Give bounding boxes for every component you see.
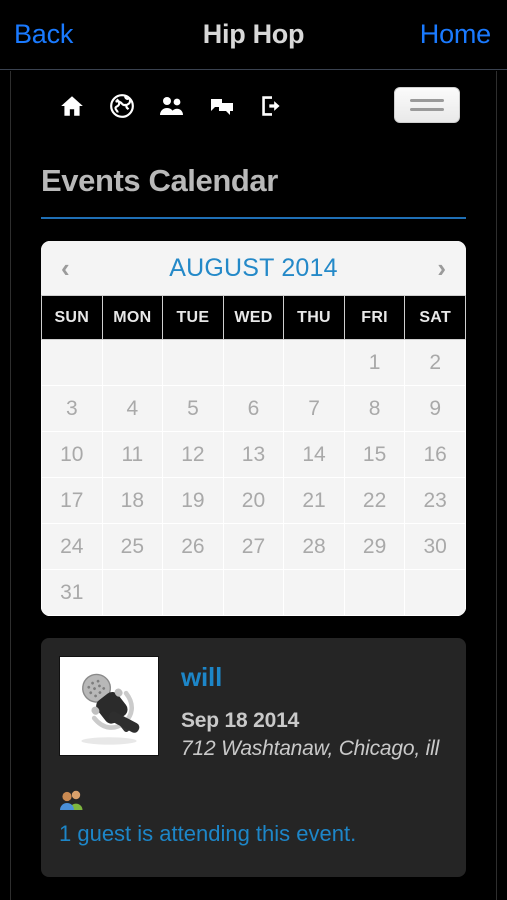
calendar-next-month-button[interactable]: › <box>437 241 446 295</box>
calendar-day-31[interactable]: 31 <box>41 569 103 616</box>
calendar-weekday-fri: FRI <box>343 295 406 340</box>
calendar-weekday-row: SUN MON TUE WED THU FRI SAT <box>41 295 466 340</box>
content-frame: Events Calendar ‹ AUGUST 2014 › SUN MON TU… <box>10 71 497 900</box>
calendar-week-row: 24 25 26 27 28 29 30 <box>41 523 466 570</box>
calendar-section: ‹ AUGUST 2014 › SUN MON TUE WED THU FRI SAT 12… <box>11 219 496 616</box>
top-navigation-bar: Back Hip Hop Home <box>0 0 507 70</box>
calendar-weekday-mon: MON <box>101 295 164 340</box>
events-calendar-heading: Events Calendar <box>41 163 278 198</box>
calendar-day-8[interactable]: 8 <box>343 385 406 432</box>
calendar-grid: SUN MON TUE WED THU FRI SAT 1 2 3 4 5 6 7 8 9 10 11 12 13 1… <box>41 295 466 616</box>
calendar-day-4[interactable]: 4 <box>101 385 164 432</box>
calendar-day-25[interactable]: 25 <box>101 523 164 570</box>
calendar-header: ‹ AUGUST 2014 › <box>41 241 466 295</box>
calendar-day-29[interactable]: 29 <box>343 523 406 570</box>
calendar-weekday-sat: SAT <box>404 295 466 340</box>
calendar-day-12[interactable]: 12 <box>162 431 224 478</box>
calendar-day-17[interactable]: 17 <box>41 477 103 524</box>
calendar-day-empty <box>283 339 345 386</box>
calendar-day-26[interactable]: 26 <box>162 523 224 570</box>
calendar-weekday-tue: TUE <box>162 295 224 340</box>
calendar-week-row: 12 <box>41 339 466 386</box>
calendar-day-empty <box>343 569 406 616</box>
calendar-day-13[interactable]: 13 <box>222 431 285 478</box>
heading-section: Events Calendar <box>11 141 496 219</box>
events-list: will Sep 18 2014 712 Washtanaw, Chicago,… <box>11 616 496 877</box>
event-card-top: will Sep 18 2014 712 Washtanaw, Chicago,… <box>59 656 448 761</box>
calendar-day-empty <box>101 339 164 386</box>
calendar-day-9[interactable]: 9 <box>404 385 466 432</box>
hamburger-menu-button[interactable] <box>394 87 460 123</box>
calendar-month-label: AUGUST 2014 <box>169 253 338 282</box>
calendar-day-21[interactable]: 21 <box>283 477 345 524</box>
app-root: Back Hip Hop Home Events Calendar ‹ AUGU… <box>0 0 507 900</box>
home-icon[interactable] <box>59 93 85 119</box>
calendar-day-27[interactable]: 27 <box>222 523 285 570</box>
calendar-day-10[interactable]: 10 <box>41 431 103 478</box>
calendar-day-empty <box>404 569 466 616</box>
calendar-weekday-wed: WED <box>222 295 285 340</box>
toolbar-icon-group <box>59 93 285 119</box>
calendar-day-empty <box>162 339 224 386</box>
calendar-week-row: 3456789 <box>41 385 466 432</box>
calendar-week-row: 31 <box>41 569 466 616</box>
event-title-link[interactable]: will <box>181 662 439 693</box>
calendar-day-3[interactable]: 3 <box>41 385 103 432</box>
calendar-day-15[interactable]: 15 <box>343 431 406 478</box>
calendar-day-19[interactable]: 19 <box>162 477 224 524</box>
menu-line-bottom <box>410 108 444 111</box>
event-info: will Sep 18 2014 712 Washtanaw, Chicago,… <box>181 656 439 761</box>
calendar-prev-month-button[interactable]: ‹ <box>61 241 70 295</box>
calendar-day-7[interactable]: 7 <box>283 385 345 432</box>
calendar-day-empty <box>222 569 285 616</box>
microphone-thumbnail[interactable] <box>59 656 159 756</box>
calendar-day-empty <box>101 569 164 616</box>
calendar-day-empty <box>162 569 224 616</box>
chat-icon[interactable] <box>209 93 235 119</box>
back-button[interactable]: Back <box>14 19 73 50</box>
calendar-body: 1 2 3 4 5 6 7 8 9 10 11 12 13 14 15 16 17 18 19 20 21 22 23 24 2… <box>41 339 466 616</box>
calendar-day-18[interactable]: 18 <box>101 477 164 524</box>
guest-attendance-link[interactable]: 1 guest is attending this event. <box>59 817 359 851</box>
calendar-day-22[interactable]: 22 <box>343 477 406 524</box>
calendar-day-24[interactable]: 24 <box>41 523 103 570</box>
calendar-day-empty <box>222 339 285 386</box>
icon-toolbar <box>11 71 496 141</box>
calendar-day-2[interactable]: 2 <box>404 339 466 386</box>
logout-icon[interactable] <box>259 93 285 119</box>
calendar-week-row: 10 11 12 13 14 15 16 <box>41 431 466 478</box>
event-card[interactable]: will Sep 18 2014 712 Washtanaw, Chicago,… <box>41 638 466 877</box>
menu-line-top <box>410 99 444 102</box>
calendar-week-row: 17 18 19 20 21 22 23 <box>41 477 466 524</box>
calendar-day-23[interactable]: 23 <box>404 477 466 524</box>
globe-icon[interactable] <box>109 93 135 119</box>
calendar-day-empty <box>283 569 345 616</box>
calendar-day-28[interactable]: 28 <box>283 523 345 570</box>
event-location: 712 Washtanaw, Chicago, ill <box>181 737 440 760</box>
calendar-day-16[interactable]: 16 <box>404 431 466 478</box>
calendar-day-5[interactable]: 5 <box>162 385 224 432</box>
calendar-day-30[interactable]: 30 <box>404 523 466 570</box>
calendar-day-1[interactable]: 1 <box>343 339 406 386</box>
calendar-day-11[interactable]: 11 <box>101 431 164 478</box>
people-icon[interactable] <box>159 93 185 119</box>
event-date: Sep 18 2014 <box>181 709 300 732</box>
guests-icon <box>59 789 85 811</box>
calendar-day-6[interactable]: 6 <box>222 385 285 432</box>
calendar-weekday-thu: THU <box>283 295 345 340</box>
calendar-day-14[interactable]: 14 <box>283 431 345 478</box>
calendar-widget: ‹ AUGUST 2014 › SUN MON TUE WED THU FRI SAT 12… <box>41 241 466 616</box>
guest-attendance-block: 1 guest is attending this event. <box>59 789 448 851</box>
home-button[interactable]: Home <box>420 19 491 50</box>
calendar-weekday-sun: SUN <box>41 295 103 340</box>
calendar-day-20[interactable]: 20 <box>222 477 285 524</box>
calendar-day-empty <box>41 339 103 386</box>
